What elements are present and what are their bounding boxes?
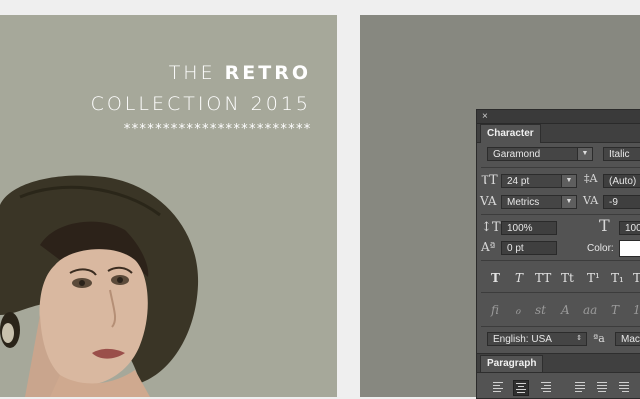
align-left-button[interactable]	[491, 380, 505, 394]
chevron-down-icon: ▼	[577, 148, 592, 160]
underline-button[interactable]: T	[633, 271, 640, 285]
panel-titlebar: ×	[477, 110, 640, 124]
faux-italic-button[interactable]: T	[515, 271, 523, 285]
kerning-icon: VA	[480, 194, 497, 208]
all-caps-button[interactable]: TT	[535, 271, 551, 285]
headline-line-2: COLLECTION 2015	[90, 93, 311, 115]
faux-bold-button[interactable]: T	[491, 271, 500, 285]
tab-paragraph[interactable]: Paragraph	[480, 355, 544, 372]
swash-button[interactable]: A	[561, 303, 570, 317]
tracking-icon: VA	[583, 194, 599, 207]
ligatures-button[interactable]: fi	[491, 303, 499, 317]
artboard-left: THE RETRO COLLECTION 2015 **************…	[0, 15, 337, 397]
justify-last-center-button[interactable]	[595, 380, 609, 394]
leading-icon: ‡A	[584, 172, 598, 185]
decorative-stars: ************************	[123, 122, 311, 137]
headline-line-1: THE RETRO	[168, 62, 311, 84]
horizontal-scale-icon: T	[599, 216, 610, 235]
leading-field[interactable]: (Auto)	[603, 174, 640, 188]
kerning-select[interactable]: Metrics ▼	[501, 195, 577, 209]
divider	[481, 214, 640, 215]
subscript-button[interactable]: T₁	[611, 271, 624, 285]
vertical-scale-field[interactable]: 100%	[501, 221, 557, 235]
ordinals-button[interactable]: 1	[633, 303, 640, 317]
anti-alias-icon: ªa	[593, 332, 605, 345]
vertical-scale-icon: ↕T	[481, 220, 501, 235]
baseline-shift-icon: Aª	[481, 240, 496, 254]
tracking-field[interactable]: -9	[603, 195, 640, 209]
anti-alias-select[interactable]: Mac	[615, 332, 640, 346]
font-family-select[interactable]: Garamond ▼	[487, 147, 593, 161]
chevron-down-icon: ▼	[561, 196, 576, 208]
panel-tabbar: Character	[477, 124, 640, 143]
align-right-button[interactable]	[539, 380, 553, 394]
discretionary-ligatures-button[interactable]: st	[535, 303, 546, 317]
divider	[481, 292, 640, 293]
align-center-button[interactable]	[513, 380, 529, 396]
titling-alternates-button[interactable]: T	[611, 303, 619, 317]
baseline-shift-field[interactable]: 0 pt	[501, 241, 557, 255]
language-select[interactable]: English: USA ⇕	[487, 332, 587, 346]
divider	[481, 326, 640, 327]
text-color-swatch[interactable]	[619, 240, 640, 257]
color-label: Color:	[587, 243, 614, 254]
close-icon[interactable]: ×	[482, 110, 488, 123]
paragraph-tabbar: Paragraph	[477, 353, 640, 373]
justify-last-left-button[interactable]	[573, 380, 587, 394]
font-style-select[interactable]: Italic	[603, 147, 640, 161]
divider	[481, 167, 640, 168]
justify-last-right-button[interactable]	[617, 380, 631, 394]
chevron-updown-icon: ⇕	[572, 333, 586, 345]
horizontal-scale-field[interactable]: 100	[619, 221, 640, 235]
divider	[481, 260, 640, 261]
font-size-icon: ⲦT	[481, 173, 498, 188]
stylistic-alternates-button[interactable]: aa	[583, 303, 597, 317]
small-caps-button[interactable]: Tt	[561, 271, 574, 285]
tab-character[interactable]: Character	[480, 124, 541, 143]
chevron-down-icon: ▼	[561, 175, 576, 187]
character-panel: × Character Garamond ▼ Italic ⲦT 24 pt ▼…	[476, 109, 640, 399]
old-style-button[interactable]: ℴ	[515, 303, 521, 317]
superscript-button[interactable]: T¹	[587, 271, 600, 285]
font-size-select[interactable]: 24 pt ▼	[501, 174, 577, 188]
